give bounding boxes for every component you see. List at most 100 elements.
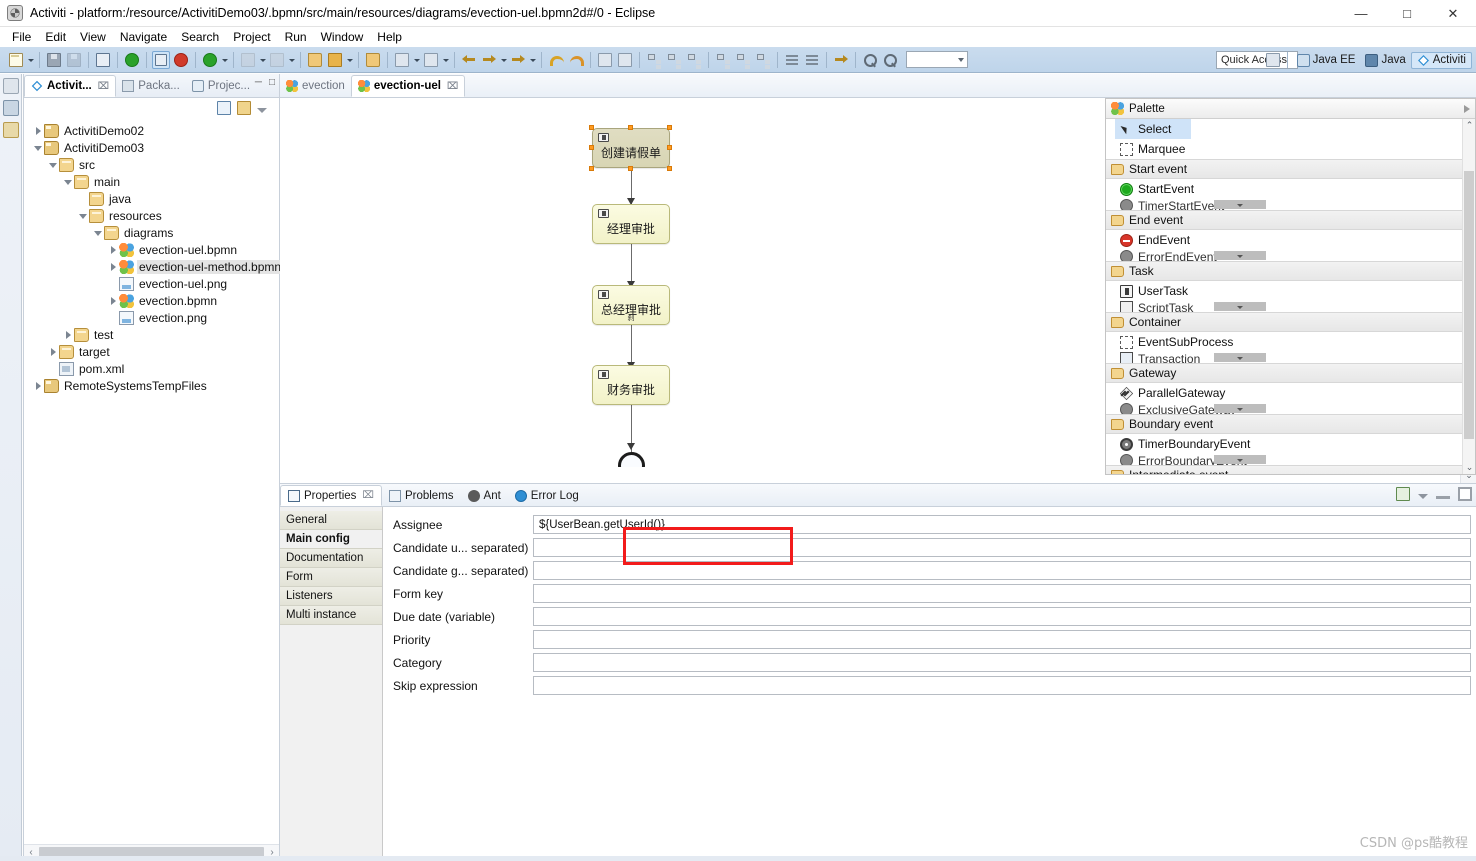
expand-twisty-icon[interactable] <box>62 329 74 341</box>
properties-tab-documentation[interactable]: Documentation <box>280 549 382 568</box>
maximize-icon[interactable] <box>1458 487 1472 501</box>
toggle-view-icon[interactable] <box>152 50 170 69</box>
drawer-more-icon[interactable] <box>1214 251 1266 260</box>
minimize-icon[interactable] <box>1436 495 1450 499</box>
palette-tool-select[interactable]: Select <box>1115 119 1191 139</box>
minimize-icon[interactable]: ─ <box>255 77 262 88</box>
palette-item-timerstartevent[interactable]: TimerStartEvent <box>1106 199 1475 210</box>
menu-window[interactable]: Window <box>314 28 371 46</box>
run-dropdown-icon[interactable] <box>220 51 229 69</box>
bpmn-end-event[interactable] <box>618 452 645 467</box>
view-menu-icon[interactable] <box>257 107 267 113</box>
property-input-priority[interactable] <box>533 630 1471 649</box>
palette-item-transaction[interactable]: Transaction <box>1106 352 1475 363</box>
drawer-more-icon[interactable] <box>1214 200 1266 209</box>
palette-item-endevent[interactable]: EndEvent <box>1106 230 1475 250</box>
coverage-dropdown-icon[interactable] <box>258 51 267 69</box>
palette-drawer-start-event[interactable]: Start event∞ <box>1106 159 1475 179</box>
paste-icon[interactable] <box>616 51 634 69</box>
tab-package-explorer[interactable]: Packa... <box>116 75 186 97</box>
next-annotation-icon[interactable] <box>393 51 411 69</box>
selection-handle[interactable] <box>628 166 633 171</box>
run-icon[interactable] <box>201 51 219 69</box>
tree-item[interactable]: RemoteSystemsTempFiles <box>24 377 279 394</box>
zoom-level-combo[interactable] <box>906 51 968 68</box>
tab-evection[interactable]: evection <box>280 75 351 97</box>
tab-problems[interactable]: Problems <box>382 485 461 506</box>
perspective-java-ee[interactable]: Java EE <box>1292 53 1361 68</box>
palette-scrollbar[interactable]: ⌃ ⌄ <box>1462 119 1475 474</box>
palette-drawer-task[interactable]: Task∞ <box>1106 261 1475 281</box>
expand-twisty-icon[interactable] <box>47 346 59 358</box>
tree-item[interactable]: evection-uel-method.bpmn <box>24 258 284 275</box>
close-icon[interactable]: ⌧ <box>447 81 459 92</box>
new-dropdown-icon[interactable] <box>26 51 35 69</box>
perspective-java[interactable]: Java <box>1360 53 1410 68</box>
palette-drawer-intermediate-event[interactable]: Intermediate event∞ <box>1106 465 1475 474</box>
perspective-activiti[interactable]: Activiti <box>1410 51 1472 69</box>
bpmn-task-finance-approval[interactable]: 财务审批 <box>592 365 670 405</box>
align-right-icon[interactable] <box>685 51 703 69</box>
expand-twisty-icon[interactable] <box>32 380 44 392</box>
palette-item-timerboundaryevent[interactable]: TimerBoundaryEvent <box>1106 434 1475 454</box>
maximize-icon[interactable]: □ <box>269 77 275 88</box>
maximize-button[interactable]: □ <box>1384 0 1430 27</box>
selection-handle[interactable] <box>589 166 594 171</box>
expand-twisty-icon[interactable] <box>107 244 119 256</box>
drawer-more-icon[interactable] <box>1214 302 1266 311</box>
save-icon[interactable] <box>45 51 63 69</box>
palette-item-eventsubprocess[interactable]: EventSubProcess <box>1106 332 1475 352</box>
print-icon[interactable] <box>94 51 112 69</box>
menu-edit[interactable]: Edit <box>38 28 73 46</box>
properties-tab-general[interactable]: General <box>280 511 382 530</box>
profile-dropdown-icon[interactable] <box>287 51 296 69</box>
tree-item[interactable]: ActivitiDemo03 <box>24 139 279 156</box>
palette-item-errorendevent[interactable]: ErrorEndEvent <box>1106 250 1475 261</box>
selection-handle[interactable] <box>667 166 672 171</box>
tree-item[interactable]: evection.png <box>24 309 279 326</box>
open-perspective-icon[interactable] <box>1264 51 1282 69</box>
collapse-all-icon[interactable] <box>217 101 231 115</box>
drawer-more-icon[interactable] <box>1214 455 1266 464</box>
tab-evection-uel[interactable]: evection-uel ⌧ <box>350 75 466 97</box>
align-bottom-icon[interactable] <box>754 51 772 69</box>
align-top-icon[interactable] <box>714 51 732 69</box>
tree-item[interactable]: java <box>24 190 279 207</box>
tree-item[interactable]: ActivitiDemo02 <box>24 122 279 139</box>
tree-item[interactable]: src <box>24 156 279 173</box>
palette-item-parallelgateway[interactable]: ParallelGateway <box>1106 383 1475 403</box>
menu-project[interactable]: Project <box>226 28 277 46</box>
properties-tab-form[interactable]: Form <box>280 568 382 587</box>
validate-icon[interactable] <box>123 51 141 69</box>
close-button[interactable]: ✕ <box>1430 0 1476 27</box>
properties-tab-multi-instance[interactable]: Multi instance <box>280 606 382 625</box>
scroll-up-icon[interactable]: ⌃ <box>1463 119 1475 132</box>
tree-item[interactable]: resources <box>24 207 279 224</box>
redo-icon[interactable] <box>567 51 585 69</box>
tree-item[interactable]: diagrams <box>24 224 279 241</box>
menu-navigate[interactable]: Navigate <box>113 28 174 46</box>
palette-item-scripttask[interactable]: ScriptTask <box>1106 301 1475 312</box>
open-type-icon[interactable] <box>306 51 324 69</box>
open-resource-icon[interactable] <box>364 51 382 69</box>
collapse-twisty-icon[interactable] <box>47 159 59 171</box>
expand-twisty-icon[interactable] <box>107 261 119 273</box>
zoom-out-icon[interactable] <box>861 51 879 69</box>
palette-item-errorboundaryevent[interactable]: ErrorBoundaryEvent <box>1106 454 1475 465</box>
menu-search[interactable]: Search <box>174 28 226 46</box>
palette-item-exclusivegateway[interactable]: ExclusiveGateway <box>1106 403 1475 414</box>
palette-pin-icon[interactable] <box>1464 104 1470 113</box>
copy-icon[interactable] <box>596 51 614 69</box>
new-icon[interactable] <box>7 51 25 69</box>
tab-project-explorer[interactable]: Projec... <box>186 75 256 97</box>
menu-file[interactable]: File <box>5 28 38 46</box>
collapse-twisty-icon[interactable] <box>92 227 104 239</box>
align-middle-icon[interactable] <box>734 51 752 69</box>
palette-drawer-boundary-event[interactable]: Boundary event∞ <box>1106 414 1475 434</box>
property-input-category[interactable] <box>533 653 1471 672</box>
tree-item[interactable]: main <box>24 173 279 190</box>
property-input-due-date-variable[interactable] <box>533 607 1471 626</box>
property-input-assignee[interactable]: ${UserBean.getUserId()} <box>533 515 1471 534</box>
selection-handle[interactable] <box>628 125 633 130</box>
property-input-form-key[interactable] <box>533 584 1471 603</box>
